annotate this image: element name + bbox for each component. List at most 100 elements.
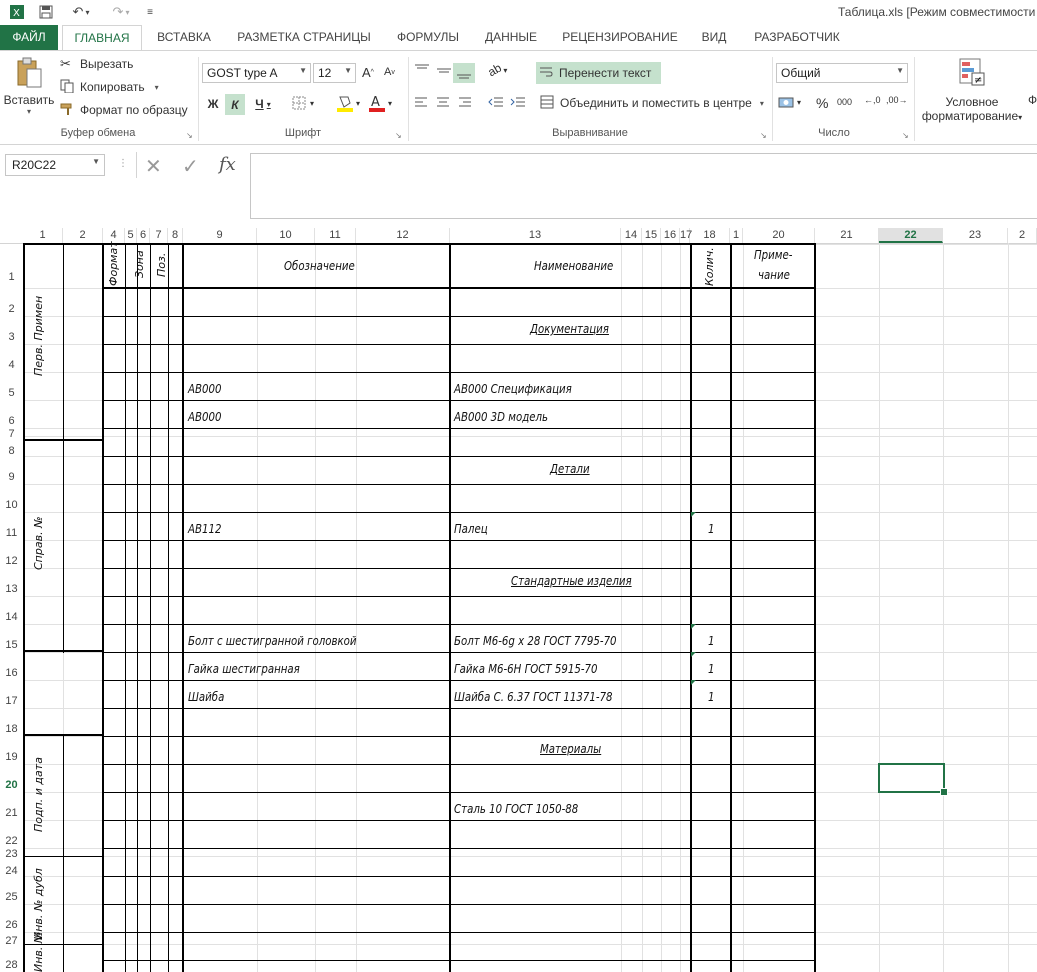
cell-border (23, 650, 103, 652)
tab-developer[interactable]: РАЗРАБОТЧИК (746, 25, 848, 50)
cell-border (103, 624, 816, 625)
undo-icon[interactable]: ↶ ▾ (66, 3, 96, 21)
increase-decimal-icon[interactable]: ←,0 (864, 95, 881, 105)
font-size-select[interactable]: 12 ▼ (313, 63, 356, 83)
decrease-indent-icon[interactable] (488, 96, 504, 108)
cell-border (730, 243, 732, 972)
clipboard-launcher-icon[interactable]: ↘ (186, 131, 193, 140)
cell-border (103, 820, 816, 821)
header-format: Формат (107, 241, 120, 286)
align-left-icon[interactable] (414, 96, 428, 108)
fill-handle[interactable] (940, 788, 948, 796)
conditional-formatting-label-1: Условное (945, 95, 999, 109)
error-indicator-icon[interactable] (691, 624, 696, 629)
brush-icon (60, 102, 76, 118)
underline-button[interactable]: Ч ▾ (250, 94, 276, 114)
borders-icon[interactable]: ▾ (292, 96, 314, 110)
worksheet[interactable]: 1 2 4 5 6 7 8 9 10 11 12 13 14 15 16 17 18 1 20 21 22 23 2 123… (0, 228, 1037, 972)
cut-button[interactable]: ✂ Вырезать (60, 56, 133, 72)
enter-icon[interactable]: ✓ (182, 154, 199, 179)
tab-file[interactable]: ФАЙЛ (0, 25, 58, 50)
cell-border (103, 428, 816, 429)
tab-insert[interactable]: ВСТАВКА (149, 25, 219, 50)
number-launcher-icon[interactable]: ↘ (902, 131, 909, 140)
paste-icon (17, 57, 42, 88)
cell-grid[interactable]: Формат Зона Поз. Колич. Перв. Примен Справ. №… (0, 228, 1037, 972)
fill-color-icon[interactable]: ▾ (336, 94, 360, 112)
font-color-icon[interactable]: A ▾ (368, 94, 392, 112)
increase-indent-icon[interactable] (510, 96, 526, 108)
formula-bar-grip-icon: ⋮ (118, 158, 128, 169)
tab-home[interactable]: ГЛАВНАЯ (62, 25, 142, 50)
cell-name: Палец (454, 522, 488, 536)
redo-icon[interactable]: ↷ ▾ (106, 3, 136, 21)
decrease-decimal-icon[interactable]: ,00→ (886, 95, 908, 105)
formula-input[interactable] (250, 153, 1037, 219)
thousands-button[interactable]: 000 (837, 97, 852, 107)
bold-button[interactable]: Ж (204, 94, 222, 114)
header-note-2: чание (758, 268, 790, 282)
cell-border (103, 736, 816, 737)
tab-view[interactable]: ВИД (694, 25, 734, 50)
save-icon[interactable] (37, 3, 55, 21)
header-note-1: Приме- (754, 248, 793, 262)
format-painter-label: Формат по образцу (80, 103, 188, 117)
error-indicator-icon[interactable] (691, 652, 696, 657)
number-format-select[interactable]: Общий ▼ (776, 63, 908, 83)
side-label-podp: Подп. и дата (32, 757, 45, 832)
cell-designation: АВ112 (188, 522, 222, 536)
merge-icon (540, 95, 556, 111)
wrap-text-button[interactable]: Перенести текст (536, 62, 661, 84)
gridline (621, 243, 622, 972)
customize-quick-access-icon[interactable]: ≡ (144, 3, 156, 21)
tab-review[interactable]: РЕЦЕНЗИРОВАНИЕ (556, 25, 684, 50)
error-indicator-icon[interactable] (691, 680, 696, 685)
align-center-icon[interactable] (436, 96, 450, 108)
increase-font-icon[interactable]: A ^ (362, 65, 374, 80)
paste-button[interactable]: Вставить ▾ (4, 57, 54, 121)
orientation-icon[interactable]: ab ▾ (485, 61, 507, 80)
tab-page-layout[interactable]: РАЗМЕТКА СТРАНИЦЫ (228, 25, 380, 50)
alignment-launcher-icon[interactable]: ↘ (760, 131, 767, 140)
name-box-value: R20C22 (12, 158, 57, 172)
decrease-font-icon[interactable]: Av (384, 66, 395, 78)
svg-text:≠: ≠ (974, 75, 982, 86)
ribbon-tabs: ФАЙЛ ГЛАВНАЯ ВСТАВКА РАЗМЕТКА СТРАНИЦЫ Ф… (0, 25, 1037, 50)
align-right-icon[interactable] (458, 96, 472, 108)
cancel-icon[interactable]: ✕ (145, 154, 162, 179)
name-box[interactable]: R20C22 ▼ (5, 154, 105, 176)
cell-designation: АВ000 (188, 410, 222, 424)
conditional-formatting-button[interactable]: ≠ Условное форматирование▾ (918, 57, 1026, 123)
tab-data[interactable]: ДАННЫЕ (478, 25, 544, 50)
cell-border (23, 439, 103, 441)
number-format-value: Общий (781, 66, 821, 80)
font-launcher-icon[interactable]: ↘ (395, 131, 402, 140)
header-name: Наименование (534, 259, 614, 273)
align-bottom-icon[interactable] (453, 63, 475, 83)
percent-button[interactable]: % (816, 95, 828, 111)
copy-button[interactable]: Копировать ▾ (60, 79, 159, 95)
tab-formulas[interactable]: ФОРМУЛЫ (388, 25, 468, 50)
align-middle-icon[interactable] (436, 63, 452, 77)
alignment-group-label: Выравнивание (552, 127, 628, 139)
align-top-icon[interactable] (414, 63, 430, 77)
cell-border (103, 372, 816, 373)
gridline (23, 436, 1037, 437)
number-group-label: Число (818, 127, 850, 139)
italic-button[interactable]: К (225, 94, 245, 115)
font-family-select[interactable]: GOST type A ▼ (202, 63, 311, 83)
merge-center-label: Объединить и поместить в центре (560, 96, 752, 110)
selected-cell[interactable] (878, 763, 945, 793)
error-indicator-icon[interactable] (691, 512, 696, 517)
gridline (23, 944, 1037, 945)
cell-border (23, 243, 25, 972)
cell-qty: 1 (708, 522, 715, 536)
merge-center-button[interactable]: Объединить и поместить в центре ▾ (540, 95, 764, 111)
cell-border (103, 708, 816, 709)
cell-border (103, 680, 816, 681)
format-as-table-partial[interactable]: Ф (1028, 93, 1037, 107)
insert-function-button[interactable]: fx (219, 154, 236, 175)
currency-icon[interactable]: ▾ (778, 95, 801, 109)
cell-qty: 1 (708, 634, 715, 648)
format-painter-button[interactable]: Формат по образцу (60, 102, 188, 118)
